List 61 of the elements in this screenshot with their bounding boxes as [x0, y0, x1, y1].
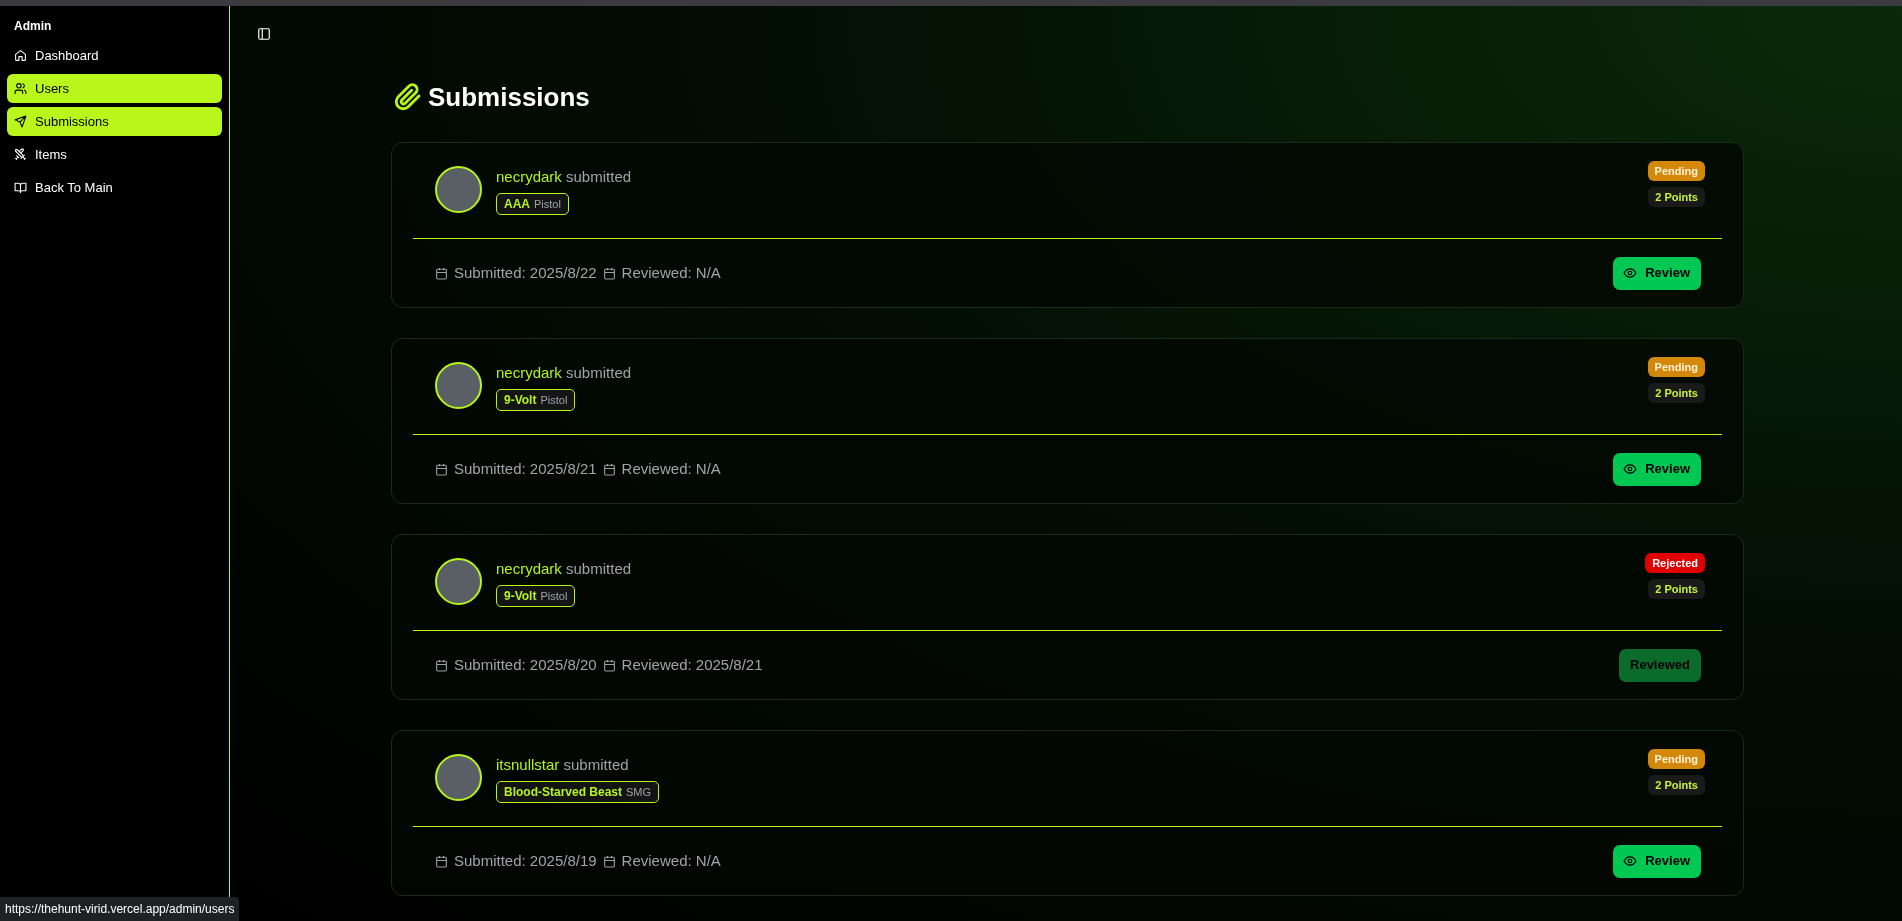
review-button[interactable]: Review	[1613, 256, 1701, 290]
open-book-icon	[14, 181, 27, 194]
status-badge: Pending	[1647, 357, 1705, 377]
avatar	[435, 558, 482, 605]
username-link[interactable]: itsnullstar	[496, 756, 560, 773]
username-link[interactable]: necrydark	[496, 168, 562, 185]
action-text: submitted	[566, 560, 632, 577]
status-badge: Rejected	[1645, 553, 1705, 573]
sidebar-item[interactable]: Dashboard	[7, 41, 222, 70]
sidebar-item[interactable]: Back To Main	[7, 173, 222, 202]
calendar-icon	[602, 854, 616, 868]
points-badge: 2 Points	[1648, 579, 1705, 599]
review-button[interactable]: Review	[1613, 452, 1701, 486]
action-text: submitted	[566, 364, 632, 381]
avatar	[435, 362, 482, 409]
calendar-icon	[602, 266, 616, 280]
page-title: Submissions	[428, 80, 590, 114]
calendar-icon	[435, 854, 448, 868]
points-badge: 2 Points	[1648, 383, 1705, 403]
status-badge: Pending	[1647, 749, 1705, 769]
calendar-icon	[435, 266, 448, 280]
calendar-icon	[435, 658, 448, 672]
submitted-date: Submitted: 2025/8/20	[454, 654, 597, 675]
calendar-icon	[602, 462, 616, 476]
sidebar-toggle-icon[interactable]	[257, 27, 271, 41]
status-badge: Pending	[1647, 161, 1705, 181]
paper-plane-icon	[14, 115, 27, 128]
reviewed-date: Reviewed: N/A	[621, 458, 721, 479]
action-text: submitted	[563, 756, 629, 773]
reviewed-date: Reviewed: 2025/8/21	[621, 654, 763, 675]
reviewed-date: Reviewed: N/A	[621, 262, 721, 283]
review-button[interactable]: Review	[1613, 844, 1701, 878]
reviewed-date: Reviewed: N/A	[621, 850, 721, 871]
item-tag: 9-Volt Pistol	[496, 389, 576, 411]
submitted-date: Submitted: 2025/8/22	[454, 262, 597, 283]
crossed-swords-icon	[14, 148, 27, 161]
sidebar-item[interactable]: Submissions	[7, 107, 222, 136]
submitted-date: Submitted: 2025/8/19	[454, 850, 597, 871]
username-link[interactable]: necrydark	[496, 364, 562, 381]
item-tag: Blood-Starved Beast SMG	[496, 781, 660, 803]
link-url-tooltip: https://thehunt-virid.vercel.app/admin/users	[0, 897, 240, 921]
eye-icon	[1623, 462, 1638, 476]
users-icon	[14, 82, 27, 95]
avatar	[435, 754, 482, 801]
sidebar-item[interactable]: Users	[7, 74, 222, 103]
username-link[interactable]: necrydark	[496, 560, 562, 577]
sidebar-item[interactable]: Items	[7, 140, 222, 169]
item-tag: 9-Volt Pistol	[496, 585, 576, 607]
eye-icon	[1623, 266, 1638, 280]
item-tag: AAA Pistol	[496, 193, 569, 215]
sidebar-title: Admin	[13, 18, 53, 35]
avatar	[435, 166, 482, 213]
calendar-icon	[435, 462, 448, 476]
action-text: submitted	[566, 168, 632, 185]
points-badge: 2 Points	[1648, 187, 1705, 207]
eye-icon	[1623, 854, 1638, 868]
calendar-icon	[602, 658, 616, 672]
paperclip-icon	[394, 83, 422, 111]
submitted-date: Submitted: 2025/8/21	[454, 458, 597, 479]
house-icon	[14, 49, 27, 62]
points-badge: 2 Points	[1648, 775, 1705, 795]
